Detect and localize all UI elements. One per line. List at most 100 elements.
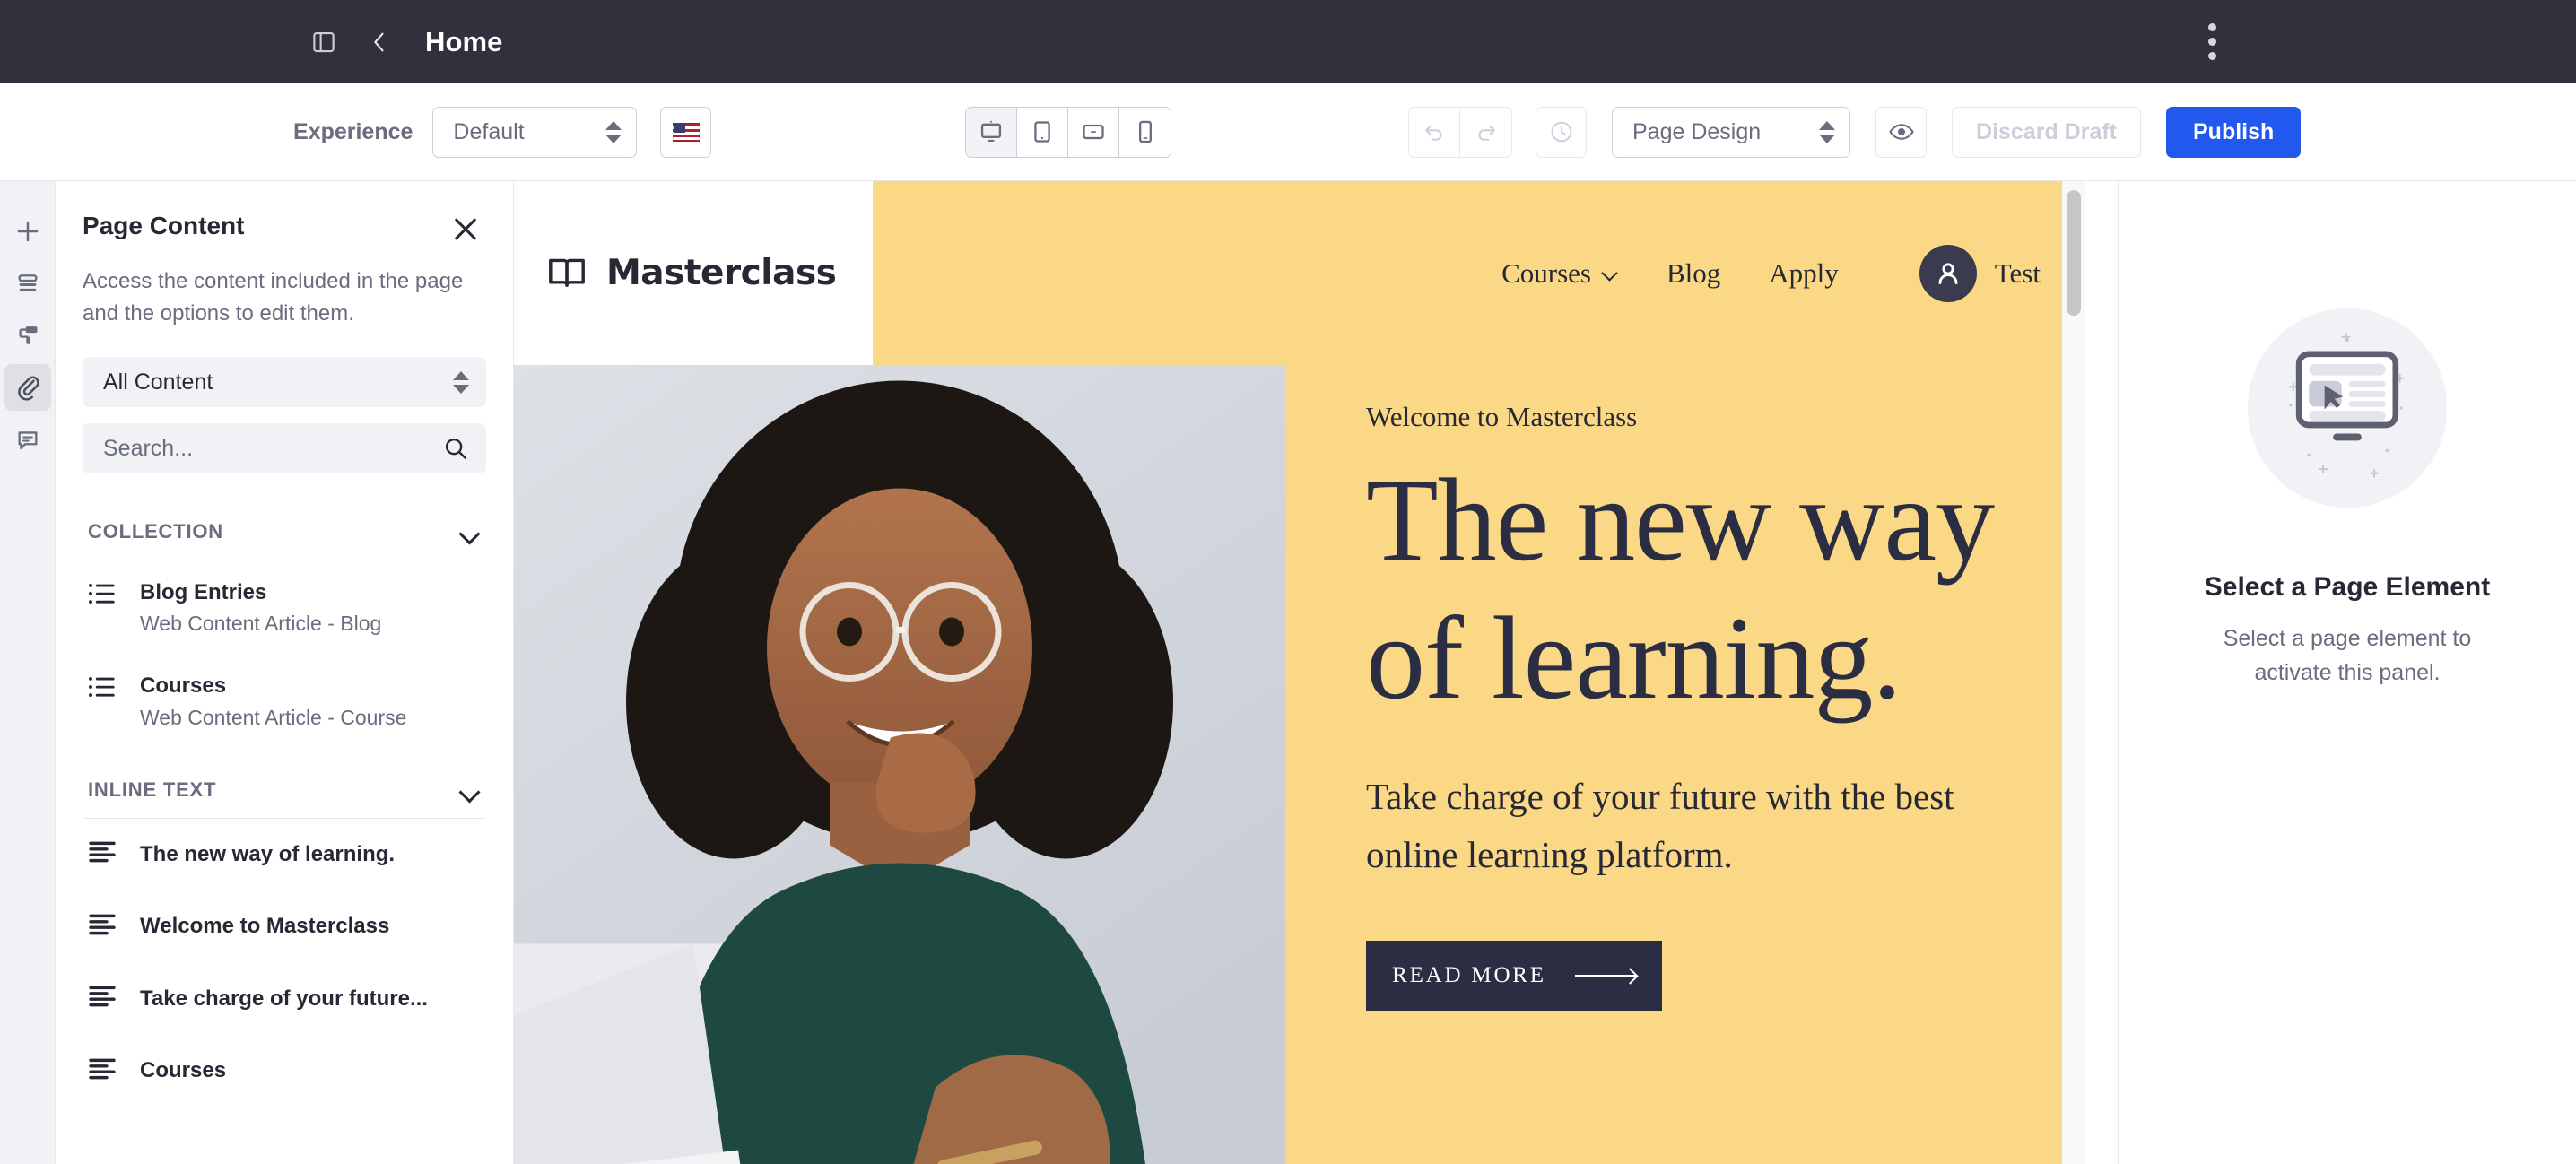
redo-button[interactable] bbox=[1460, 107, 1511, 157]
hero-content: Welcome to Masterclass The new way of le… bbox=[1285, 365, 2085, 1164]
experience-select[interactable]: Default bbox=[432, 106, 638, 158]
group-header-inline-text[interactable]: INLINE TEXT bbox=[83, 762, 486, 819]
text-lines-icon bbox=[88, 1058, 117, 1084]
site-brand[interactable]: Masterclass bbox=[514, 181, 873, 365]
device-tablet-landscape-button[interactable] bbox=[1068, 107, 1119, 157]
nav-link-label: Courses bbox=[1501, 256, 1591, 289]
chevron-down-icon bbox=[459, 526, 479, 537]
search-input[interactable] bbox=[103, 435, 442, 462]
read-more-button[interactable]: READ MORE bbox=[1366, 941, 1662, 1012]
rail-item-comments[interactable] bbox=[4, 416, 51, 463]
language-button[interactable] bbox=[660, 106, 712, 158]
page-design-select[interactable]: Page Design bbox=[1612, 106, 1850, 158]
device-mobile-button[interactable] bbox=[1119, 107, 1171, 157]
us-flag-icon bbox=[672, 122, 700, 142]
ordered-list-icon bbox=[88, 582, 117, 610]
editor-toolbar: Experience Default Page Design Discard D… bbox=[0, 83, 2576, 181]
list-item-title: The new way of learning. bbox=[140, 841, 396, 866]
rail-item-style-book[interactable] bbox=[4, 312, 51, 359]
avatar[interactable] bbox=[1919, 244, 1977, 302]
read-more-label: READ MORE bbox=[1392, 963, 1546, 988]
chevron-down-icon bbox=[459, 785, 479, 795]
app-topbar: Home bbox=[0, 0, 2576, 83]
plus-icon bbox=[17, 221, 38, 242]
tablet-icon bbox=[1034, 121, 1050, 143]
list-item-title: Take charge of your future... bbox=[140, 986, 428, 1011]
element-properties-panel: Select a Page Element Select a page elem… bbox=[2118, 181, 2576, 1164]
device-desktop-button[interactable] bbox=[966, 107, 1017, 157]
mobile-icon bbox=[1138, 120, 1152, 143]
site-canvas: Masterclass Courses Blog Apply Test Welc… bbox=[514, 181, 2085, 1164]
back-button[interactable] bbox=[352, 14, 407, 70]
search-icon[interactable] bbox=[442, 435, 469, 462]
experience-select-value: Default bbox=[453, 118, 525, 144]
undo-button[interactable] bbox=[1409, 107, 1460, 157]
list-item[interactable]: Courses Web Content Article - Course bbox=[83, 654, 486, 747]
close-panel-button[interactable] bbox=[450, 213, 481, 244]
list-item-title: Courses bbox=[140, 1057, 227, 1082]
text-lines-icon bbox=[88, 986, 117, 1012]
tablet-landscape-icon bbox=[1083, 124, 1104, 140]
discard-draft-button[interactable]: Discard Draft bbox=[1952, 106, 2141, 158]
group-header-collection[interactable]: COLLECTION bbox=[83, 504, 486, 560]
undo-icon bbox=[1425, 126, 1442, 141]
chevron-updown-icon bbox=[1819, 120, 1835, 143]
ordered-list-icon bbox=[88, 675, 117, 703]
preview-button[interactable] bbox=[1875, 106, 1927, 158]
page-design-select-value: Page Design bbox=[1632, 118, 1762, 144]
list-item[interactable]: Take charge of your future... bbox=[83, 963, 486, 1035]
rail-item-page-structure[interactable] bbox=[4, 260, 51, 307]
history-button[interactable] bbox=[1536, 106, 1587, 158]
device-tablet-button[interactable] bbox=[1017, 107, 1068, 157]
monitor-cursor-illustration bbox=[2288, 333, 2405, 478]
list-item[interactable]: The new way of learning. bbox=[83, 819, 486, 890]
content-list: COLLECTION Blog Entries Web Content Arti… bbox=[56, 504, 513, 1164]
panel-controls: All Content bbox=[56, 330, 513, 473]
rail-item-page-content[interactable] bbox=[4, 364, 51, 411]
brand-name: Masterclass bbox=[606, 253, 837, 293]
sidebar-toggle-button[interactable] bbox=[296, 14, 352, 70]
nav-link-apply[interactable]: Apply bbox=[1769, 257, 1839, 290]
preview-scrollbar-track[interactable] bbox=[2062, 181, 2085, 1164]
empty-state-subtitle: Select a page element to activate this p… bbox=[2223, 626, 2472, 685]
user-name: Test bbox=[1994, 256, 2041, 289]
publish-button[interactable]: Publish bbox=[2166, 106, 2302, 158]
redo-icon bbox=[1477, 126, 1495, 141]
hero-eyebrow: Welcome to Masterclass bbox=[1366, 401, 1638, 432]
arrow-right-icon bbox=[1574, 975, 1636, 977]
list-item[interactable]: Welcome to Masterclass bbox=[83, 890, 486, 962]
kebab-dot bbox=[2207, 23, 2216, 31]
search-field[interactable] bbox=[83, 423, 486, 473]
panel-header: Page Content Access the content included… bbox=[56, 181, 513, 330]
group-title: COLLECTION bbox=[88, 520, 223, 543]
portrait-illustration bbox=[514, 365, 1285, 1164]
panel-description: Access the content included in the page … bbox=[83, 269, 464, 326]
list-item-title: Welcome to Masterclass bbox=[140, 914, 390, 939]
list-item-subtitle: Web Content Article - Course bbox=[140, 705, 407, 729]
list-item-subtitle: Web Content Article - Blog bbox=[140, 612, 382, 636]
select-element-illustration bbox=[2248, 308, 2447, 508]
list-item[interactable]: Courses bbox=[83, 1035, 486, 1107]
preview-scrollbar-thumb[interactable] bbox=[2067, 190, 2081, 316]
list-item[interactable]: Blog Entries Web Content Article - Blog bbox=[83, 560, 486, 654]
left-icon-rail bbox=[0, 181, 56, 1164]
hero-image bbox=[514, 365, 1285, 1164]
paperclip-icon bbox=[17, 376, 39, 401]
nav-link-courses[interactable]: Courses bbox=[1501, 257, 1618, 290]
content-filter-select[interactable]: All Content bbox=[83, 357, 486, 407]
group-title: INLINE TEXT bbox=[88, 777, 217, 801]
toolbar-right-cluster: Page Design Discard Draft Publish bbox=[1408, 106, 2302, 158]
text-lines-icon bbox=[88, 841, 117, 867]
open-book-icon bbox=[549, 258, 585, 287]
list-item-title: Blog Entries bbox=[140, 580, 267, 604]
hero-paragraph: Take charge of your future with the best… bbox=[1366, 775, 1954, 876]
page-content-panel: Page Content Access the content included… bbox=[56, 181, 514, 1164]
panel-toggle-icon bbox=[313, 31, 335, 52]
paint-roller-icon bbox=[18, 326, 37, 344]
rail-item-add[interactable] bbox=[4, 208, 51, 255]
clock-icon bbox=[1551, 121, 1571, 143]
nav-link-blog[interactable]: Blog bbox=[1667, 257, 1720, 290]
eye-icon bbox=[1888, 124, 1914, 140]
overflow-menu-button[interactable] bbox=[2189, 14, 2235, 70]
panel-title: Page Content bbox=[83, 212, 245, 239]
